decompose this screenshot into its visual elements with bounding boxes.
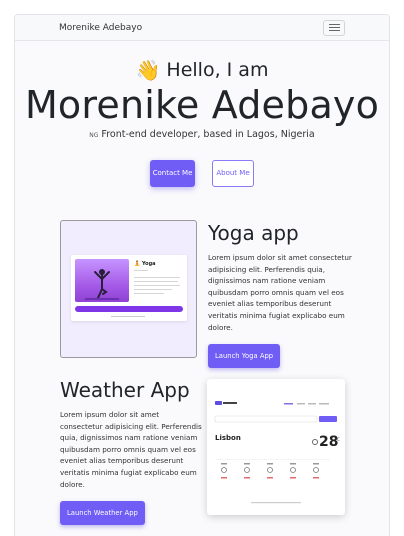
preview-line [134,281,178,282]
weather-preview-city: Lisbon [215,434,241,442]
yoga-preview-title: 🧘 Yoga [134,261,156,267]
about-me-button[interactable]: About Me [212,159,254,187]
page-frame: Morenike Adebayo 👋 Hello, I am Morenike … [14,14,390,536]
preview-line [134,270,148,271]
weather-app-description: Lorem ipsum dolor sit amet consectetur a… [60,410,202,489]
weather-app-screenshot[interactable]: Lisbon 28 °C [207,379,345,515]
yoga-project-info: Yoga app Lorem ipsum dolor sit amet cons… [208,221,358,369]
yoga-preview-image [75,259,129,302]
tagline-text: Front-end developer, based in Lagos, Nig… [101,128,315,140]
hero-name: Morenike Adebayo [24,83,380,127]
greeting-text: Hello, I am [166,59,269,81]
preview-line [134,289,172,290]
hero-section: 👋 Hello, I am Morenike Adebayo NG Front-e… [15,41,389,187]
weather-project-info: Weather App Lorem ipsum dolor sit amet c… [60,378,202,526]
greeting: 👋 Hello, I am [15,59,389,81]
preview-line [134,277,180,278]
weather-preview-unit: °C [335,437,340,442]
launch-yoga-app-button[interactable]: Launch Yoga App [208,344,281,369]
navbar: Morenike Adebayo [15,15,389,41]
yoga-preview-button [75,306,183,312]
yoga-app-screenshot[interactable]: 🧘 Yoga [60,220,197,358]
waving-hand-icon: 👋 [135,58,161,82]
preview-line [134,285,180,286]
portfolio-page: Morenike Adebayo 👋 Hello, I am Morenike … [0,0,404,536]
nigeria-flag-icon: NG [89,131,99,139]
weather-app-title: Weather App [60,378,190,402]
hero-buttons: Contact Me About Me [15,159,389,187]
contact-me-button[interactable]: Contact Me [150,159,195,187]
yoga-app-title: Yoga app [208,221,299,245]
preview-footer [111,316,145,317]
yoga-preview-card: 🧘 Yoga [71,255,187,321]
yoga-app-description: Lorem ipsum dolor sit amet consectetur a… [208,253,352,332]
hamburger-icon[interactable] [323,19,345,36]
tagline: NG Front-end developer, based in Lagos, N… [15,129,389,140]
launch-weather-app-button[interactable]: Launch Weather App [60,501,145,526]
navbar-brand[interactable]: Morenike Adebayo [59,23,142,33]
preview-line [134,293,164,294]
yoga-pose-icon [85,269,119,300]
